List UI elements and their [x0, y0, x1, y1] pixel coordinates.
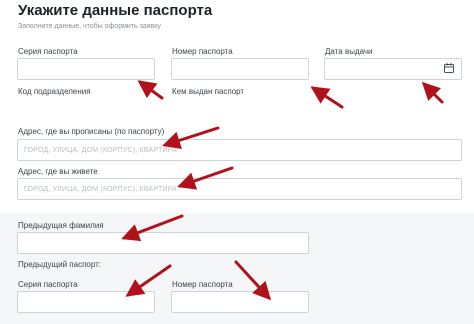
prev-passport-series-input[interactable] [17, 291, 155, 313]
passport-series-label: Серия паспорта [18, 47, 78, 56]
calendar-icon[interactable] [444, 63, 454, 73]
living-address-input[interactable] [17, 178, 462, 200]
passport-number-label: Номер паспорта [172, 47, 233, 56]
passport-series-input[interactable] [17, 58, 155, 80]
passport-number-input[interactable] [171, 58, 309, 80]
page-subtitle: Заполните данные, чтобы оформить заявку [18, 23, 161, 30]
previous-surname-label: Предыдущая фамилия [18, 221, 104, 230]
prev-passport-number-label: Номер паспорта [172, 280, 233, 289]
living-address-label: Адрес, где вы живете [18, 167, 98, 176]
prev-passport-series-label: Серия паспорта [18, 280, 78, 289]
division-code-label: Код подразделения [18, 87, 91, 96]
registration-address-label: Адрес, где вы прописаны (по паспорту) [18, 127, 165, 136]
registration-address-input[interactable] [17, 139, 462, 161]
previous-passport-heading: Предыдущий паспорт: [18, 260, 102, 269]
issue-date-input[interactable] [324, 58, 462, 80]
previous-surname-input[interactable] [17, 232, 309, 254]
issued-by-label: Кем выдан паспорт [172, 87, 245, 96]
page-title: Укажите данные паспорта [18, 2, 213, 19]
prev-passport-number-input[interactable] [171, 291, 309, 313]
issue-date-label: Дата выдачи [325, 47, 373, 56]
